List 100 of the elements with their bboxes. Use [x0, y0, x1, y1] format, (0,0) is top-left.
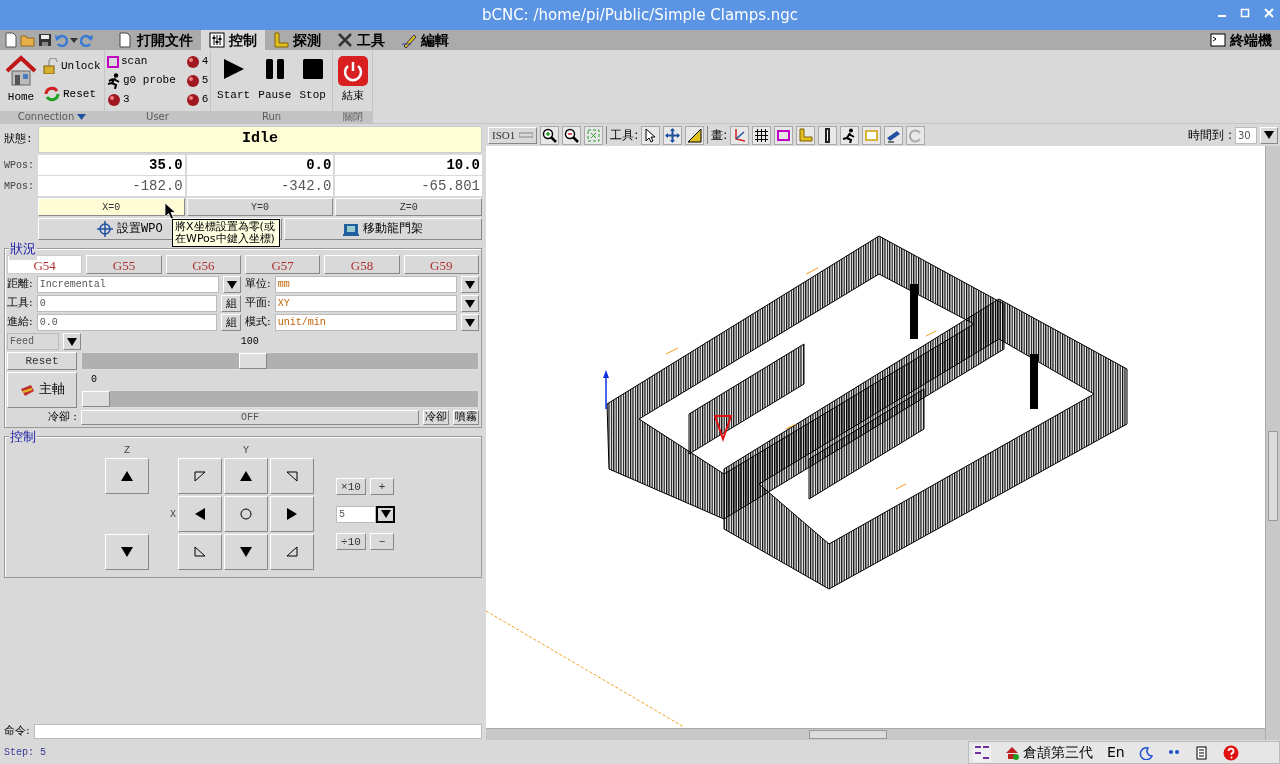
jog-button[interactable] [105, 458, 149, 494]
position-value: -65.801 [335, 176, 482, 196]
corner-triangle-icon [194, 546, 206, 558]
caret-icon [77, 114, 87, 120]
jog-button[interactable] [224, 458, 268, 494]
step-button[interactable]: ÷10 [336, 533, 366, 550]
horizontal-scrollbar[interactable] [486, 728, 1265, 740]
sliders-icon [209, 32, 225, 48]
jog-button[interactable] [105, 534, 149, 570]
zoom-in-icon [542, 127, 558, 143]
step-button[interactable]: ×10 [336, 478, 366, 495]
toolbar-button[interactable] [641, 125, 661, 145]
run-button[interactable]: Stop [296, 52, 329, 109]
sphere-icon [185, 92, 200, 107]
move-gantry-button[interactable]: 移動龍門架 [283, 218, 482, 240]
fit-icon [586, 127, 602, 143]
coolant-button[interactable]: 噴霧 [453, 409, 479, 425]
input-field[interactable]: 0 [36, 295, 217, 312]
command-field[interactable] [33, 723, 482, 739]
spindle-icon [19, 383, 35, 397]
set-button[interactable]: 組 [221, 314, 241, 331]
reset-button[interactable]: Reset [7, 352, 77, 370]
tools-icon [337, 32, 353, 48]
reset-button[interactable]: Reset [41, 85, 103, 104]
set-button[interactable]: 組 [221, 295, 241, 312]
input-field[interactable]: 0.0 [36, 314, 217, 331]
position-value: 10.0 [335, 155, 482, 175]
menu-tab[interactable]: 控制 [201, 30, 265, 50]
terminal-icon [1210, 32, 1226, 48]
wcs-tab[interactable]: G57 [245, 255, 321, 274]
terminal-tab[interactable]: 終端機 [1202, 30, 1280, 50]
coolant-button[interactable]: 冷卻 [423, 409, 449, 425]
zero-button[interactable]: Z=0 [335, 198, 482, 216]
input-field[interactable]: XY [274, 295, 457, 312]
override-mode-field[interactable]: Feed [7, 333, 59, 350]
dropdown-button[interactable] [376, 505, 395, 523]
macro-button[interactable]: g0 probe [105, 72, 178, 89]
jog-button[interactable] [224, 534, 268, 570]
toolbar-button[interactable] [818, 125, 838, 145]
macro-button[interactable]: 5 [183, 72, 211, 89]
view-dropdown[interactable]: ISO1 [488, 126, 538, 144]
menu-tab[interactable]: 探測 [265, 30, 329, 50]
wcs-tab[interactable]: G55 [86, 255, 162, 274]
unlock-button[interactable]: Unlock [41, 57, 103, 75]
toolbar-button[interactable] [884, 125, 904, 145]
field-label: 模式: [245, 314, 271, 331]
step-button[interactable]: − [370, 533, 394, 550]
macro-button[interactable]: 4 [183, 53, 211, 70]
input-field[interactable]: mm [274, 276, 457, 293]
step-field[interactable]: 5 [336, 505, 376, 523]
step-button[interactable]: + [370, 478, 394, 495]
toolbar-button[interactable] [562, 125, 582, 145]
macro-button[interactable]: scan [105, 53, 178, 70]
coolant-status: OFF [81, 409, 419, 425]
wcs-tab[interactable]: G58 [324, 255, 400, 274]
zero-button[interactable]: Y=0 [186, 198, 334, 216]
wcs-tab[interactable]: G59 [403, 255, 479, 274]
position-value: 0.0 [186, 155, 334, 175]
macro-button[interactable]: 3 [105, 91, 178, 108]
jog-button[interactable] [178, 496, 222, 532]
input-field[interactable]: Incremental [36, 276, 219, 293]
input-field[interactable]: unit/min [274, 314, 457, 331]
wcs-tab[interactable]: G56 [165, 255, 241, 274]
toolbar-label: 時間到 : [1188, 127, 1232, 144]
zero-button[interactable]: X=0 [38, 198, 185, 216]
toolbar-button[interactable] [752, 125, 772, 145]
slider-thumb[interactable] [239, 353, 268, 369]
home-button[interactable]: Home [3, 52, 39, 109]
toolbar-button[interactable] [685, 125, 705, 145]
sphere-icon [107, 92, 121, 107]
document-icon [117, 32, 133, 48]
timeout-field[interactable]: 30 [1235, 126, 1257, 144]
down-triangle-icon [121, 546, 133, 558]
override-value: 100 [240, 335, 259, 349]
macro-button[interactable]: 6 [183, 91, 211, 108]
jog-button[interactable] [270, 496, 314, 532]
ime-indicator[interactable]: 倉頡第三代 [1005, 742, 1093, 763]
toolbar-button[interactable] [540, 125, 560, 145]
slider-thumb[interactable] [82, 391, 110, 407]
menu-tab[interactable]: 打開文件 [109, 30, 201, 50]
minimize-icon [1218, 15, 1226, 17]
slider-track[interactable] [81, 352, 479, 370]
group-caption[interactable]: Connection [0, 111, 104, 123]
run-button[interactable]: Pause [255, 52, 295, 109]
vertical-scrollbar[interactable] [1265, 146, 1280, 740]
close-icon [1264, 8, 1274, 18]
slider-track[interactable] [81, 390, 479, 408]
run-button[interactable]: Start [214, 52, 254, 109]
caret-icon [464, 316, 476, 329]
command-label: 命令: [4, 722, 30, 739]
padlock-icon [43, 57, 59, 74]
toolbar-button[interactable] [663, 125, 683, 145]
left-triangle-icon [194, 508, 206, 520]
axis-label: Y [242, 443, 250, 458]
exit-button[interactable]: 結束 [336, 52, 370, 109]
menu-tab[interactable]: 編輯 [393, 30, 457, 50]
toolbar-button[interactable] [840, 125, 860, 145]
language-indicator[interactable]: En [1107, 742, 1125, 763]
menu-tab[interactable]: 工具 [329, 30, 393, 50]
spindle-button[interactable]: 主軸 [7, 372, 77, 408]
